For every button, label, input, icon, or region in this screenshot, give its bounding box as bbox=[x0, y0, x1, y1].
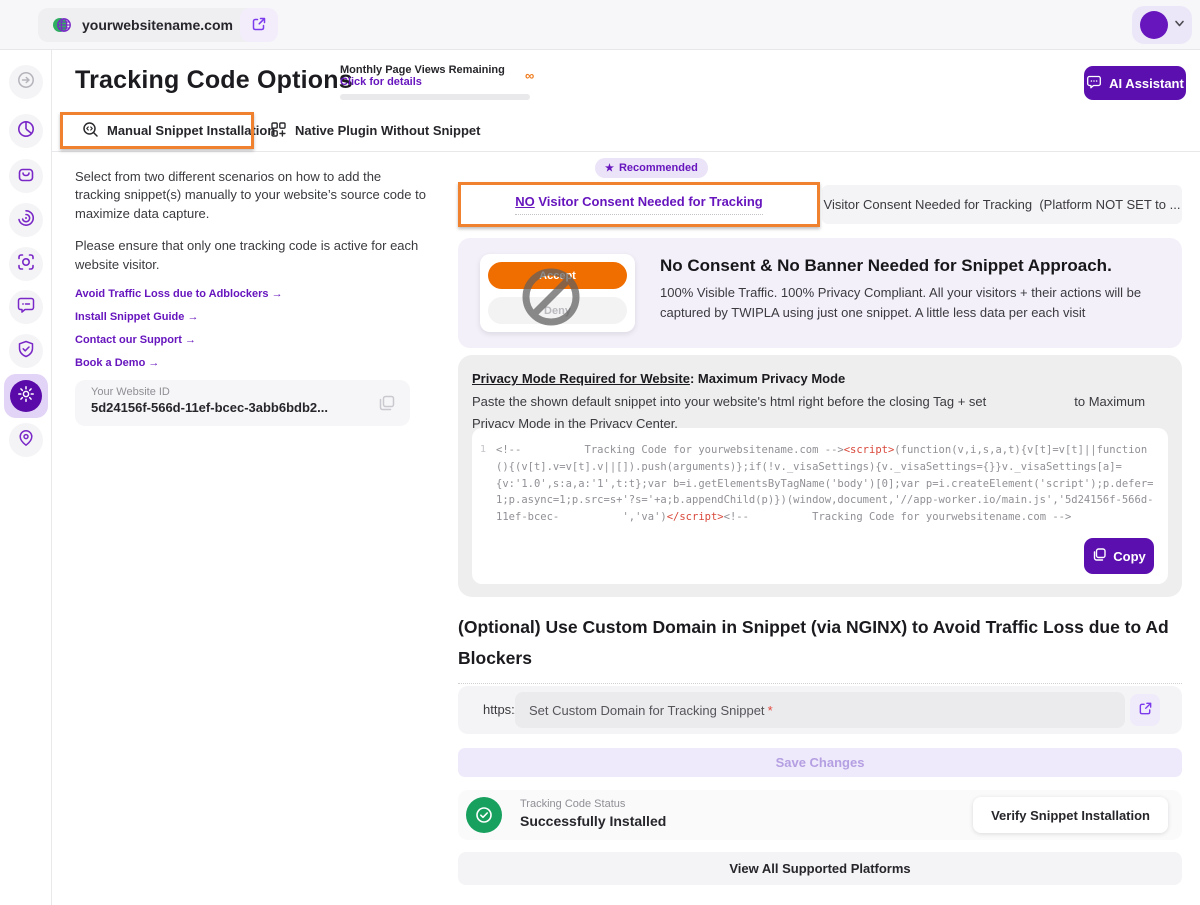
link-install-snippet-guide[interactable]: Install Snippet Guide → bbox=[75, 311, 427, 323]
save-changes-button[interactable]: Save Changes bbox=[458, 748, 1182, 777]
shopping-bag-icon bbox=[16, 164, 36, 189]
chevron-down-icon bbox=[1174, 16, 1185, 34]
views-label: Monthly Page Views Remaining bbox=[340, 64, 540, 76]
collapse-arrow-icon bbox=[16, 70, 36, 95]
required-marker: * bbox=[768, 703, 773, 718]
privacy-mode-panel: Privacy Mode Required for Website: Maxim… bbox=[458, 355, 1182, 597]
copy-snippet-button[interactable]: Copy bbox=[1084, 538, 1154, 574]
sidebar-item-settings[interactable] bbox=[4, 374, 48, 418]
no-consent-text: No Consent & No Banner Needed for Snippe… bbox=[660, 256, 1165, 322]
privacy-mode-title-rest: : Maximum Privacy Mode bbox=[690, 371, 845, 386]
copy-icon bbox=[1092, 547, 1107, 565]
no-consent-info-panel: Accept Deny No Consent & No Banner Neede… bbox=[458, 238, 1182, 348]
cookie-banner-preview: Accept Deny bbox=[480, 254, 635, 332]
external-link-icon bbox=[251, 16, 267, 35]
website-id-label: Your Website ID bbox=[91, 386, 394, 398]
status-label: Tracking Code Status bbox=[520, 798, 625, 810]
custom-domain-row: https:// Set Custom Domain for Tracking … bbox=[458, 686, 1182, 734]
plugin-grid-icon bbox=[270, 121, 287, 141]
tab-bar: Manual Snippet Installation Native Plugi… bbox=[52, 110, 1200, 152]
code-comment-open: <!-- Tracking Code for yourwebsitename.c… bbox=[496, 444, 844, 456]
sidebar-item-dashboard[interactable] bbox=[9, 114, 43, 148]
tab-manual-snippet-installation[interactable]: Manual Snippet Installation bbox=[70, 110, 287, 151]
recommended-badge: ★ Recommended bbox=[595, 158, 708, 178]
sidebar-item-communication[interactable] bbox=[9, 290, 43, 324]
tab-label: Manual Snippet Installation bbox=[107, 123, 275, 138]
ai-assistant-button[interactable]: AI Assistant bbox=[1084, 66, 1186, 100]
recommended-label: Recommended bbox=[619, 162, 698, 174]
monthly-views-widget: Monthly Page Views Remaining Click for d… bbox=[340, 64, 540, 88]
website-id-value: 5d24156f-566d-11ef-bcec-3abb6bdb2... bbox=[91, 400, 394, 415]
views-details-link[interactable]: Click for details bbox=[340, 76, 540, 88]
sidebar-item-behavior[interactable] bbox=[9, 203, 43, 237]
infinity-icon: ∞ bbox=[525, 68, 534, 83]
views-progress-bar bbox=[340, 94, 530, 100]
spiral-behavior-icon bbox=[16, 208, 36, 233]
gear-icon bbox=[17, 385, 35, 408]
tab-no-consent-needed[interactable]: NO Visitor Consent Needed for Tracking bbox=[462, 186, 816, 223]
pie-chart-icon bbox=[16, 119, 36, 144]
code-comment-close: <!-- Tracking Code for yourwebsitename.c… bbox=[724, 511, 1072, 523]
open-website-button[interactable] bbox=[240, 8, 278, 42]
top-bar: yourwebsitename.com bbox=[0, 0, 1200, 50]
code-script-close-tag: </script> bbox=[667, 511, 724, 523]
user-menu[interactable] bbox=[1132, 6, 1192, 44]
sidebar-item-locations[interactable] bbox=[9, 423, 43, 457]
globe-icon bbox=[52, 15, 72, 35]
sidebar-item-privacy[interactable] bbox=[9, 334, 43, 368]
no-consent-label: Visitor Consent Needed for Tracking bbox=[535, 194, 763, 209]
chat-bubble-icon bbox=[1086, 74, 1102, 93]
website-id-card: Your Website ID 5d24156f-566d-11ef-bcec-… bbox=[75, 380, 410, 426]
view-platforms-button[interactable]: View All Supported Platforms bbox=[458, 852, 1182, 885]
link-contact-support[interactable]: Contact our Support → bbox=[75, 334, 427, 346]
no-consent-heading: No Consent & No Banner Needed for Snippe… bbox=[660, 256, 1165, 276]
camera-focus-icon bbox=[16, 252, 36, 277]
star-icon: ★ bbox=[605, 163, 614, 174]
website-selector[interactable]: yourwebsitename.com bbox=[38, 8, 267, 42]
privacy-mode-title: Privacy Mode Required for Website bbox=[472, 371, 690, 386]
tab-consent-needed[interactable]: Visitor Consent Needed for Tracking (Pla… bbox=[822, 185, 1182, 224]
tab-label: Native Plugin Without Snippet bbox=[295, 123, 481, 138]
custom-domain-heading: (Optional) Use Custom Domain in Snippet … bbox=[458, 612, 1182, 684]
success-check-icon bbox=[466, 797, 502, 833]
chat-bubble-icon bbox=[16, 295, 36, 320]
intro-paragraph-2: Please ensure that only one tracking cod… bbox=[75, 237, 427, 274]
page-title: Tracking Code Options bbox=[75, 66, 353, 95]
tracking-code-status-card: Tracking Code Status Successfully Instal… bbox=[458, 790, 1182, 840]
external-link-icon bbox=[1138, 701, 1153, 719]
code-script-open-tag: <script> bbox=[844, 444, 895, 456]
intro-paragraph-1: Select from two different scenarios on h… bbox=[75, 168, 427, 223]
sidebar-item-ecommerce[interactable] bbox=[9, 159, 43, 193]
prohibition-icon bbox=[520, 266, 582, 333]
custom-domain-input[interactable]: Set Custom Domain for Tracking Snippet * bbox=[515, 692, 1125, 728]
link-avoid-traffic-loss[interactable]: Avoid Traffic Loss due to Adblockers → bbox=[75, 288, 427, 300]
left-panel: Select from two different scenarios on h… bbox=[75, 168, 427, 426]
link-book-a-demo[interactable]: Book a Demo → bbox=[75, 357, 427, 369]
verify-snippet-button[interactable]: Verify Snippet Installation bbox=[973, 797, 1168, 833]
sidebar-nav bbox=[0, 50, 52, 905]
custom-domain-external-button[interactable] bbox=[1130, 694, 1160, 726]
privacy-para-before: Paste the shown default snippet into you… bbox=[472, 394, 986, 409]
custom-domain-placeholder: Set Custom Domain for Tracking Snippet bbox=[529, 703, 765, 718]
sidebar-item-recordings[interactable] bbox=[9, 247, 43, 281]
tracking-snippet-code: <!-- Tracking Code for yourwebsitename.c… bbox=[496, 442, 1156, 526]
avatar bbox=[1140, 11, 1168, 39]
website-name: yourwebsitename.com bbox=[82, 17, 233, 33]
location-pin-icon bbox=[16, 428, 36, 453]
tracking-code-options-page: yourwebsitename.com bbox=[0, 0, 1200, 905]
tracking-snippet-code-block: 1 <!-- Tracking Code for yourwebsitename… bbox=[472, 428, 1168, 584]
ai-assistant-label: AI Assistant bbox=[1109, 76, 1184, 91]
code-line-number: 1 bbox=[480, 442, 486, 526]
tab-native-plugin[interactable]: Native Plugin Without Snippet bbox=[258, 110, 493, 151]
copy-icon[interactable] bbox=[378, 394, 396, 417]
copy-label: Copy bbox=[1113, 549, 1146, 564]
no-consent-body: 100% Visible Traffic. 100% Privacy Compl… bbox=[660, 283, 1165, 322]
shield-check-icon bbox=[16, 339, 36, 364]
no-underlined: NO bbox=[515, 194, 535, 209]
sidebar-item-collapse[interactable] bbox=[9, 65, 43, 99]
snippet-search-icon bbox=[82, 121, 99, 141]
status-value: Successfully Installed bbox=[520, 813, 666, 829]
